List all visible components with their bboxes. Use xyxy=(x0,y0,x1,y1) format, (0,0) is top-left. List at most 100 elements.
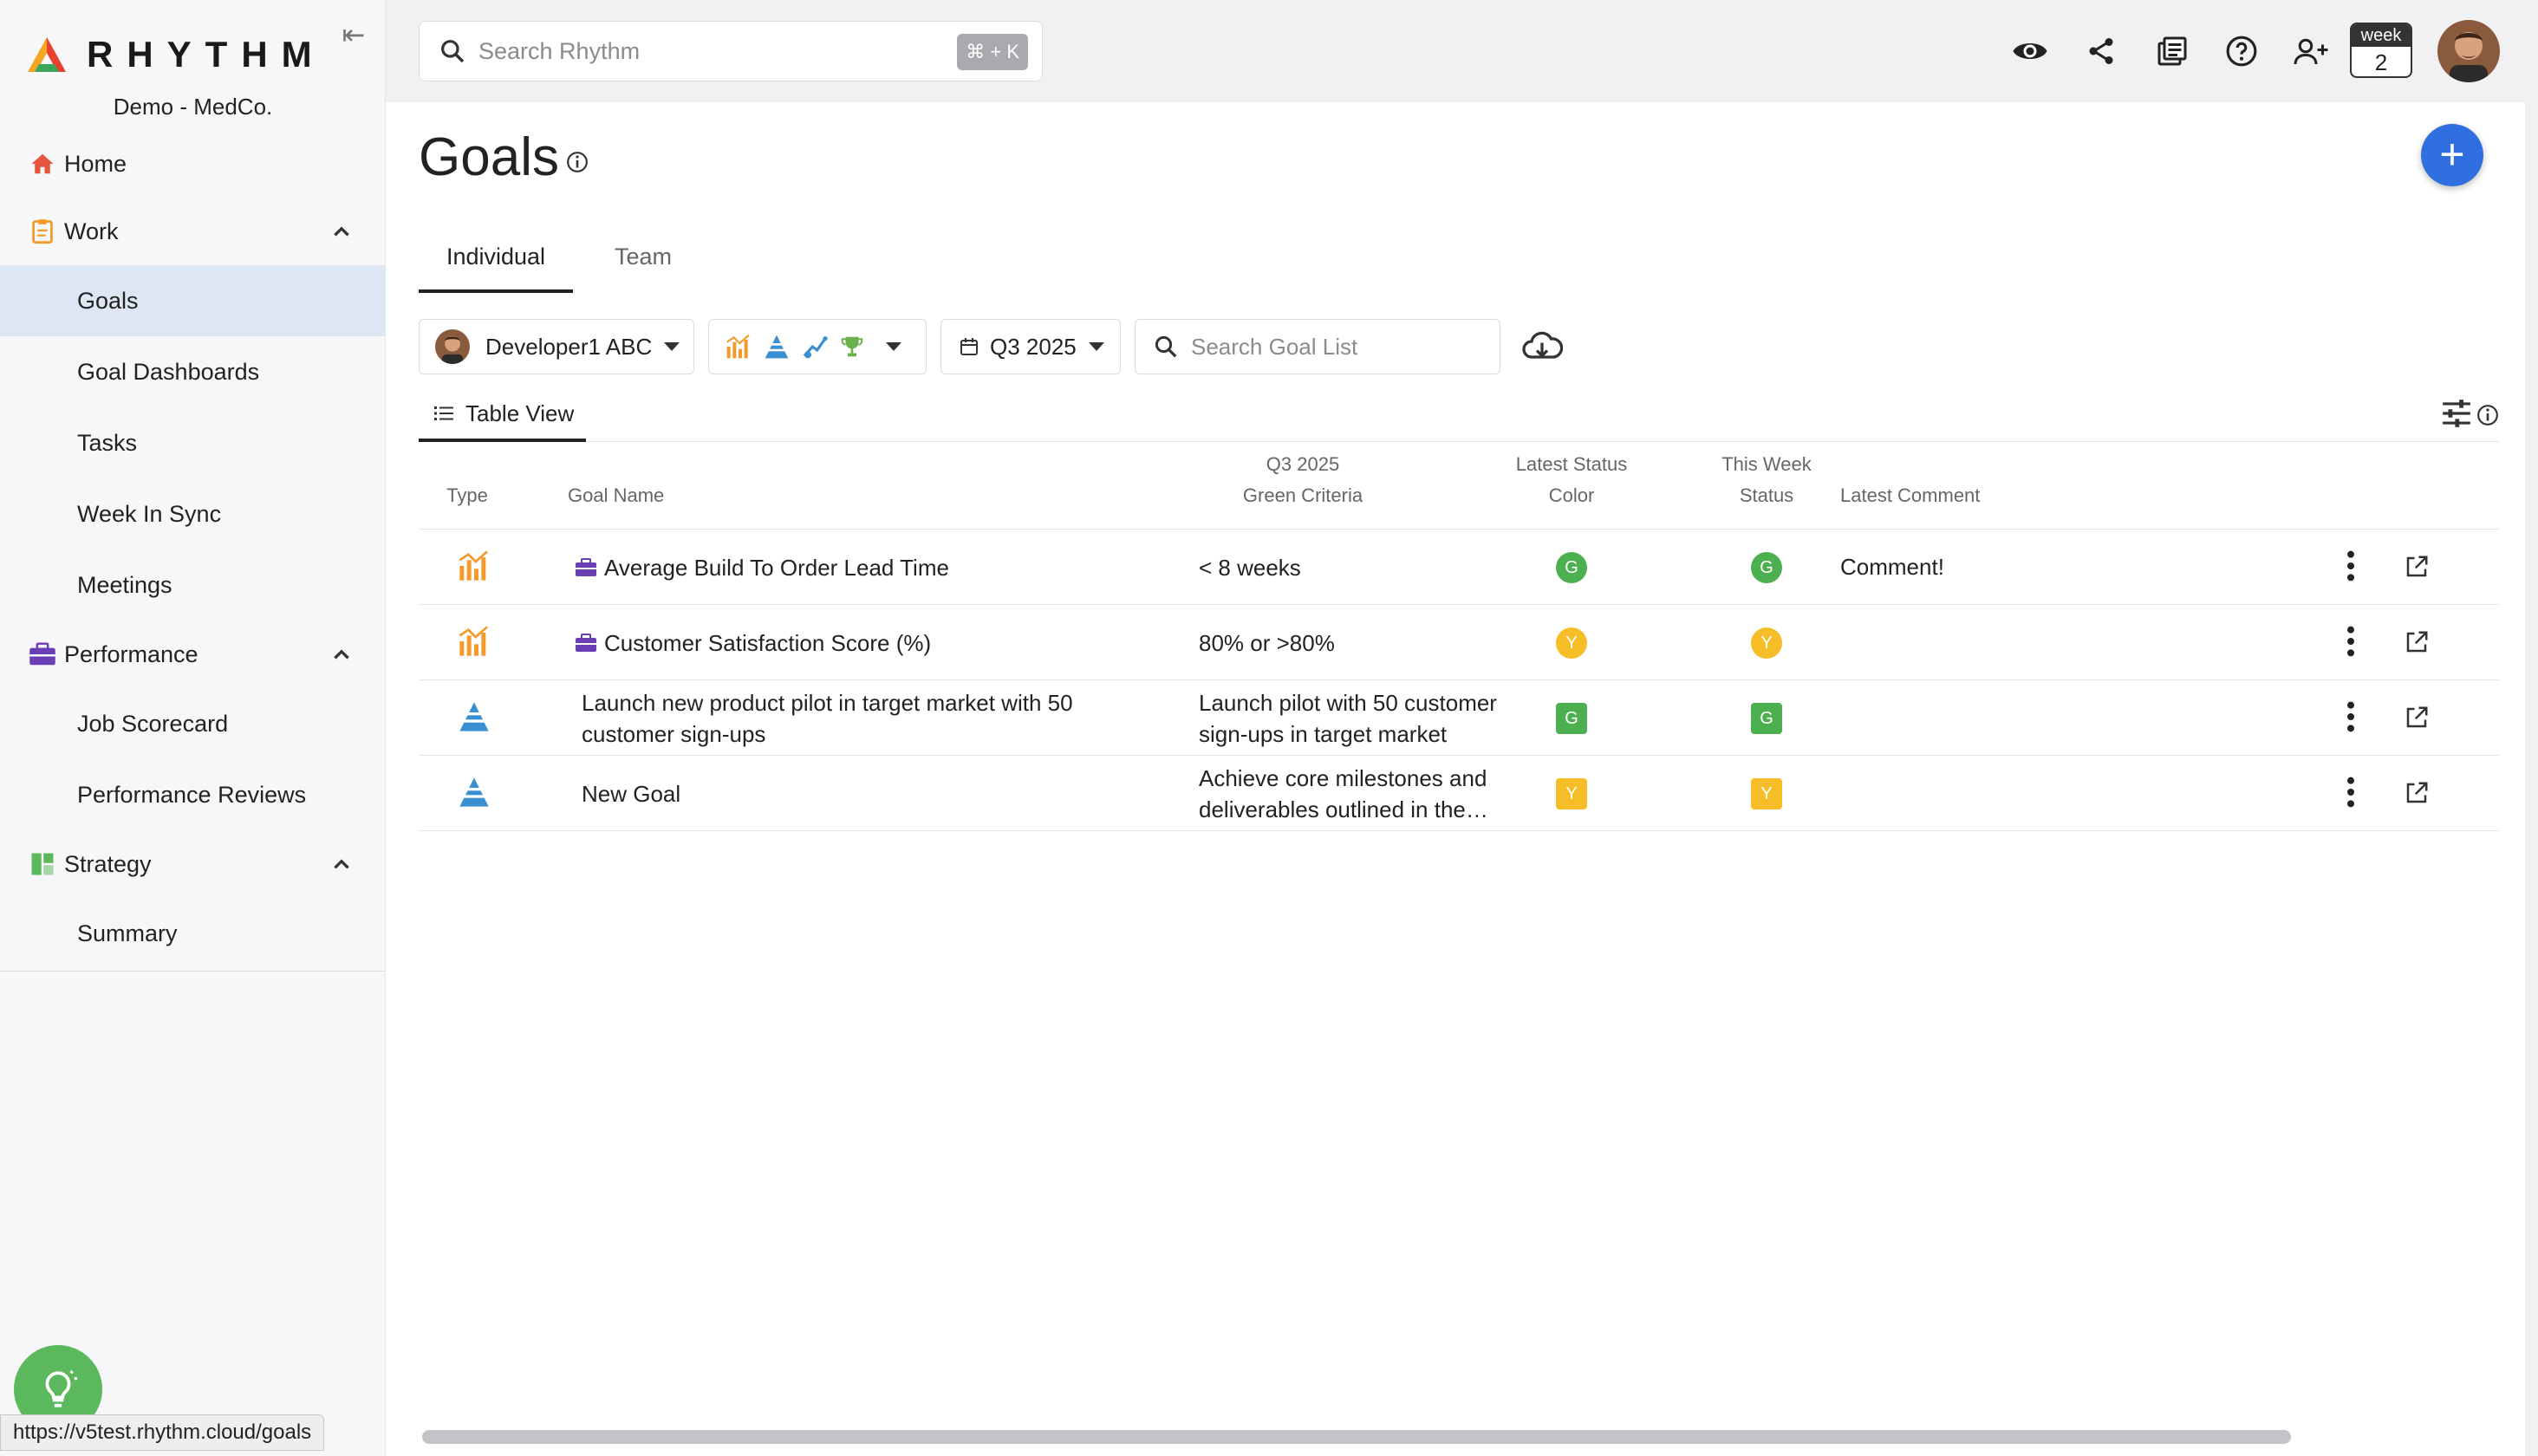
global-search[interactable]: ⌘ + K xyxy=(419,21,1043,81)
week-label: week xyxy=(2352,24,2411,47)
week-badge[interactable]: week 2 xyxy=(2350,23,2412,78)
goal-name-cell[interactable]: Average Build To Order Lead Time xyxy=(575,530,1129,605)
criteria-cell: 80% or >80% xyxy=(1199,605,1511,680)
brand[interactable]: RHYTHM xyxy=(26,33,326,76)
latest-status-badge[interactable]: G xyxy=(1556,552,1587,583)
col-header-goal-name: Goal Name xyxy=(568,484,665,506)
top-bar: ⌘ + K week 2 xyxy=(386,0,2538,102)
latest-status-badge[interactable]: G xyxy=(1556,703,1587,734)
this-week-status-badge[interactable]: G xyxy=(1751,703,1782,734)
this-week-status-badge[interactable]: G xyxy=(1751,552,1782,583)
chevron-up-icon[interactable] xyxy=(330,643,353,666)
sidebar-item-goals[interactable]: Goals xyxy=(0,265,386,336)
latest-status-badge[interactable]: Y xyxy=(1556,778,1587,809)
goal-name-cell[interactable]: New Goal xyxy=(582,756,1136,831)
table-row[interactable]: Average Build To Order Lead Time < 8 wee… xyxy=(419,530,2499,605)
sidebar-section-work[interactable]: Work xyxy=(0,198,386,265)
tab-individual[interactable]: Individual xyxy=(419,232,573,293)
open-external-icon[interactable] xyxy=(2404,780,2430,806)
chevron-up-icon[interactable] xyxy=(330,220,353,243)
goal-name: Customer Satisfaction Score (%) xyxy=(604,629,932,656)
briefcase-icon xyxy=(28,640,57,669)
goal-name-cell[interactable]: Customer Satisfaction Score (%) xyxy=(575,605,1129,680)
eye-icon[interactable] xyxy=(2012,33,2048,69)
col-header-type: Type xyxy=(446,484,488,506)
cloud-download-icon[interactable] xyxy=(1521,328,1563,366)
more-options-icon[interactable] xyxy=(2338,549,2364,583)
sidebar-item-label: Home xyxy=(64,150,127,177)
col-header-latest-color: Color xyxy=(1548,484,1595,506)
person-select[interactable]: Developer1 ABC xyxy=(419,319,694,374)
status-bar-url: https://v5test.rhythm.cloud/goals xyxy=(0,1414,325,1451)
horizontal-scrollbar[interactable] xyxy=(422,1430,2291,1444)
sidebar-item-summary[interactable]: Summary xyxy=(0,898,386,969)
latest-status-badge[interactable]: Y xyxy=(1556,627,1587,659)
clipboard-icon xyxy=(28,217,57,246)
sidebar-item-job-scorecard[interactable]: Job Scorecard xyxy=(0,688,386,759)
sidebar-nav: Home Work Goals Goal Dashboards Tasks We… xyxy=(0,130,386,969)
criteria-cell: < 8 weeks xyxy=(1199,530,1511,605)
goal-type-filter[interactable] xyxy=(708,319,927,374)
table-row[interactable]: New Goal Achieve core milestones and del… xyxy=(419,756,2499,831)
trophy-icon xyxy=(841,336,863,357)
sidebar-item-meetings[interactable]: Meetings xyxy=(0,549,386,621)
briefcase-icon xyxy=(576,633,596,652)
person-select-label: Developer1 ABC xyxy=(485,333,653,360)
collapse-sidebar-icon[interactable]: ⇤ xyxy=(336,17,371,52)
add-goal-button[interactable]: + xyxy=(2421,124,2483,186)
sidebar-section-strategy[interactable]: Strategy xyxy=(0,830,386,898)
table-row[interactable]: Customer Satisfaction Score (%) 80% or >… xyxy=(419,605,2499,680)
table-view-tab[interactable]: Table View xyxy=(419,388,586,442)
info-icon[interactable] xyxy=(566,151,589,173)
kpi-chart-icon xyxy=(459,626,488,656)
home-icon xyxy=(28,149,57,179)
info-icon[interactable] xyxy=(2476,404,2499,426)
criteria-text: Achieve core milestones and deliverables… xyxy=(1199,764,1487,822)
sidebar-section-performance[interactable]: Performance xyxy=(0,621,386,688)
view-bar: Table View xyxy=(419,388,2499,442)
table-view-label: Table View xyxy=(465,400,575,426)
col-header-this-week: This Week xyxy=(1721,453,1812,475)
tune-settings-icon[interactable] xyxy=(2440,397,2473,430)
user-avatar[interactable] xyxy=(2437,20,2500,82)
chevron-up-icon[interactable] xyxy=(330,853,353,875)
rock-pyramid-icon xyxy=(459,702,489,731)
goal-list-search[interactable] xyxy=(1135,319,1500,374)
add-user-icon[interactable] xyxy=(2293,33,2329,69)
sidebar-item-home[interactable]: Home xyxy=(0,130,386,198)
more-options-icon[interactable] xyxy=(2338,775,2364,809)
open-external-icon[interactable] xyxy=(2404,554,2430,580)
week-number: 2 xyxy=(2374,49,2388,75)
col-header-latest-status: Latest Status xyxy=(1515,453,1628,475)
period-select[interactable]: Q3 2025 xyxy=(940,319,1121,374)
filter-bar: Developer1 ABC Q3 2025 xyxy=(419,319,2499,374)
sidebar-item-tasks[interactable]: Tasks xyxy=(0,407,386,478)
open-external-icon[interactable] xyxy=(2404,705,2430,731)
lightbulb-icon xyxy=(45,1369,77,1407)
page-title: Goals xyxy=(419,127,559,187)
table-row[interactable]: Launch new product pilot in target marke… xyxy=(419,680,2499,756)
goal-name-cell[interactable]: Launch new product pilot in target marke… xyxy=(582,680,1136,756)
criteria-text: 80% or >80% xyxy=(1199,629,1335,656)
more-options-icon[interactable] xyxy=(2338,699,2364,734)
this-week-status-badge[interactable]: Y xyxy=(1751,778,1782,809)
goal-name: Average Build To Order Lead Time xyxy=(604,554,949,581)
goals-table: Type Goal Name Q3 2025 Green Criteria La… xyxy=(419,449,2499,831)
library-icon[interactable] xyxy=(2154,33,2190,69)
sidebar-item-week-in-sync[interactable]: Week In Sync xyxy=(0,478,386,549)
sidebar-item-goal-dashboards[interactable]: Goal Dashboards xyxy=(0,336,386,407)
more-options-icon[interactable] xyxy=(2338,624,2364,659)
global-search-input[interactable] xyxy=(478,37,964,65)
share-icon[interactable] xyxy=(2083,33,2119,69)
col-header-latest-comment: Latest Comment xyxy=(1840,484,1981,506)
open-external-icon[interactable] xyxy=(2404,629,2430,655)
sidebar-item-performance-reviews[interactable]: Performance Reviews xyxy=(0,759,386,830)
tab-team[interactable]: Team xyxy=(573,232,713,293)
this-week-status-badge[interactable]: Y xyxy=(1751,627,1782,659)
goal-list-search-input[interactable] xyxy=(1191,333,1477,361)
rock-pyramid-icon xyxy=(459,777,489,807)
help-icon[interactable] xyxy=(2223,33,2260,69)
criteria-text: < 8 weeks xyxy=(1199,554,1301,581)
list-icon xyxy=(434,406,453,420)
criteria-cell: Achieve core milestones and deliverables… xyxy=(1199,756,1511,831)
